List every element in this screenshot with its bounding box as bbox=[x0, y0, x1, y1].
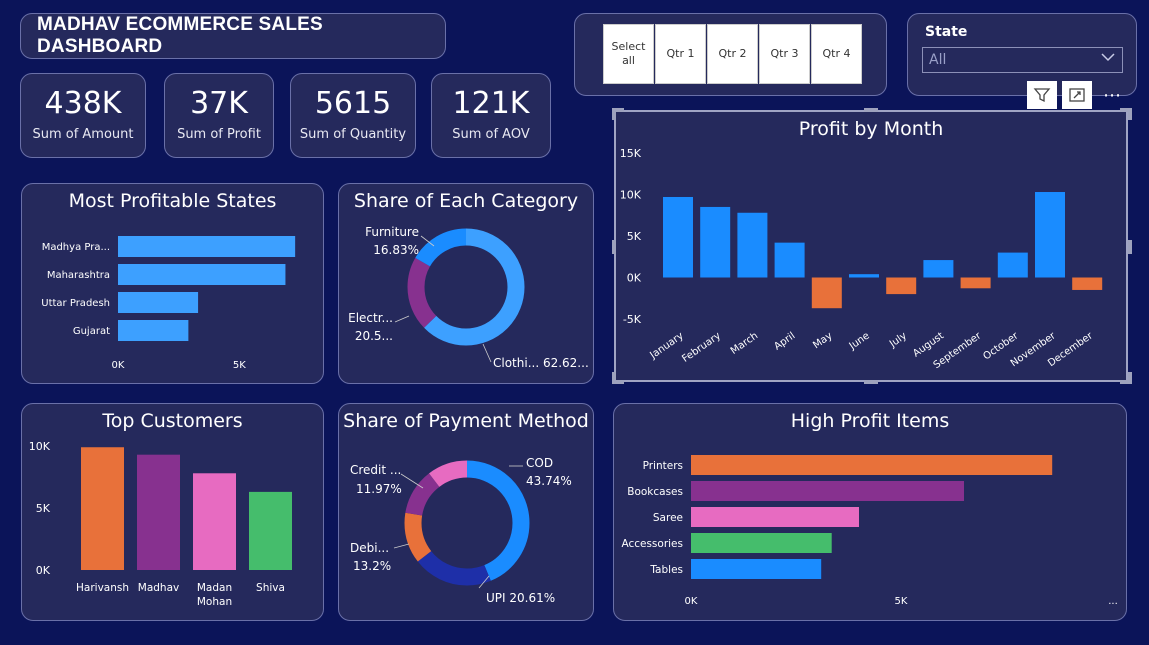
kpi-value: 438K bbox=[44, 86, 122, 121]
profitable-states-card: Most Profitable States Madhya Pra... Maha… bbox=[21, 183, 324, 384]
y-tick-label: Tables bbox=[649, 564, 683, 576]
slice-label: 13.2% bbox=[353, 559, 391, 573]
slice-label: COD bbox=[526, 456, 553, 470]
x-tick-label: ... bbox=[1108, 596, 1118, 607]
bar bbox=[691, 533, 832, 553]
x-tick-label: Harivansh bbox=[76, 582, 129, 594]
bar bbox=[118, 320, 189, 341]
slicer-qtr4-button[interactable]: Qtr 4 bbox=[811, 24, 862, 84]
y-tick-label: Uttar Pradesh bbox=[41, 298, 110, 309]
x-tick-label: Madhav bbox=[138, 582, 179, 594]
state-filter-label: State bbox=[925, 24, 968, 40]
x-tick-label: 5K bbox=[895, 596, 908, 607]
category-share-chart: Furniture 16.83% Electr... 20.5... Clothi...… bbox=[348, 225, 589, 370]
kpi-value: 121K bbox=[452, 86, 530, 121]
bar bbox=[118, 264, 286, 285]
x-tick-label: 0K bbox=[112, 360, 125, 371]
quarter-slicer: Select all Qtr 1 Qtr 2 Qtr 3 Qtr 4 bbox=[574, 13, 887, 96]
resize-handle[interactable] bbox=[612, 108, 616, 120]
top-customers-chart: 10K 5K 0K Harivansh Madhav Madan Mohan Shiva bbox=[29, 440, 292, 608]
kpi-card-amount[interactable]: 438K Sum of Amount bbox=[20, 73, 146, 158]
kpi-value: 5615 bbox=[314, 86, 392, 121]
resize-handle[interactable] bbox=[612, 372, 616, 384]
slice-label: Electr... bbox=[348, 311, 393, 325]
bar bbox=[137, 454, 180, 570]
payment-share-chart: COD 43.74% UPI 20.61% Debi... 13.2% Credit ..… bbox=[350, 456, 572, 605]
x-tick-label: Madan bbox=[197, 582, 232, 594]
slice-label: UPI 20.61% bbox=[486, 591, 555, 605]
state-dropdown[interactable]: All bbox=[922, 47, 1123, 73]
resize-handle[interactable] bbox=[1128, 108, 1132, 120]
x-tick-label: Shiva bbox=[256, 582, 285, 594]
bar bbox=[691, 559, 822, 579]
y-tick-label: Madhya Pra... bbox=[42, 242, 110, 253]
kpi-label: Sum of AOV bbox=[452, 127, 530, 142]
x-tick-label: Mohan bbox=[197, 596, 232, 608]
state-dropdown-value: All bbox=[929, 52, 947, 68]
y-tick-label: Saree bbox=[653, 512, 683, 524]
resize-handle[interactable] bbox=[1128, 240, 1132, 254]
leader-line bbox=[394, 315, 410, 323]
bar bbox=[81, 447, 124, 570]
slicer-qtr3-button[interactable]: Qtr 3 bbox=[759, 24, 810, 84]
leader-line bbox=[400, 473, 424, 489]
selection-border bbox=[614, 110, 1128, 382]
slicer-qtr2-button[interactable]: Qtr 2 bbox=[707, 24, 758, 84]
y-tick-label: 5K bbox=[36, 502, 51, 515]
bar bbox=[118, 292, 199, 313]
y-tick-label: Printers bbox=[643, 460, 683, 472]
resize-handle[interactable] bbox=[864, 380, 878, 384]
leader-line bbox=[482, 343, 492, 363]
y-tick-label: Gujarat bbox=[73, 326, 110, 337]
kpi-label: Sum of Quantity bbox=[299, 127, 407, 142]
resize-handle[interactable] bbox=[612, 240, 616, 254]
y-tick-label: 0K bbox=[36, 564, 51, 577]
filter-icon[interactable] bbox=[1027, 81, 1057, 109]
kpi-card-profit[interactable]: 37K Sum of Profit bbox=[164, 73, 274, 158]
leader-line bbox=[393, 543, 410, 549]
y-tick-label: 10K bbox=[29, 440, 51, 453]
resize-handle[interactable] bbox=[864, 108, 878, 112]
chevron-down-icon bbox=[1100, 50, 1116, 68]
bar bbox=[691, 481, 964, 501]
dashboard-title: MADHAV ECOMMERCE SALES DASHBOARD bbox=[37, 14, 323, 57]
x-tick-label: 0K bbox=[685, 596, 698, 607]
focus-mode-icon[interactable] bbox=[1062, 81, 1092, 109]
kpi-label: Sum of Amount bbox=[32, 127, 134, 142]
high-profit-items-card: High Profit Items Printers Bookcases Saree… bbox=[613, 403, 1127, 621]
high-profit-items-chart: Printers Bookcases Saree Accessories Tables 0… bbox=[621, 455, 1118, 607]
bar bbox=[193, 473, 236, 570]
slice-label: 43.74% bbox=[526, 474, 572, 488]
kpi-label: Sum of Profit bbox=[177, 127, 261, 142]
slicer-select-all-button[interactable]: Select all bbox=[603, 24, 654, 84]
slice-label: Furniture bbox=[365, 225, 419, 239]
bar bbox=[691, 507, 859, 527]
dashboard-title-card: MADHAV ECOMMERCE SALES DASHBOARD bbox=[20, 13, 446, 59]
bar bbox=[691, 455, 1053, 475]
kpi-card-aov[interactable]: 121K Sum of AOV bbox=[431, 73, 551, 158]
kpi-value: 37K bbox=[190, 86, 248, 121]
top-customers-card: Top Customers 10K 5K 0K Harivansh Madhav Mada… bbox=[21, 403, 324, 621]
y-tick-label: Accessories bbox=[621, 538, 683, 550]
slice-label: Credit ... bbox=[350, 463, 401, 477]
bar bbox=[249, 491, 292, 570]
slice-label: Clothi... 62.62... bbox=[493, 356, 589, 370]
slicer-qtr1-button[interactable]: Qtr 1 bbox=[655, 24, 706, 84]
profitable-states-chart: Madhya Pra... Maharashtra Uttar Pradesh Guj… bbox=[41, 236, 296, 371]
bar bbox=[118, 236, 296, 257]
more-options-icon[interactable]: ⋯ bbox=[1097, 81, 1127, 109]
category-share-card: Share of Each Category Furniture 16.83% El… bbox=[338, 183, 594, 384]
kpi-card-quantity[interactable]: 5615 Sum of Quantity bbox=[290, 73, 416, 158]
resize-handle[interactable] bbox=[1128, 372, 1132, 384]
slice-label: 16.83% bbox=[373, 243, 419, 257]
y-tick-label: Maharashtra bbox=[47, 270, 110, 281]
slice-label: 20.5... bbox=[355, 329, 393, 343]
slice-label: Debi... bbox=[350, 541, 389, 555]
y-tick-label: Bookcases bbox=[627, 486, 683, 498]
slice-label: 11.97% bbox=[356, 482, 402, 496]
x-tick-label: 5K bbox=[233, 360, 246, 371]
payment-share-card: Share of Payment Method COD 43.74% UPI 20.… bbox=[338, 403, 594, 621]
